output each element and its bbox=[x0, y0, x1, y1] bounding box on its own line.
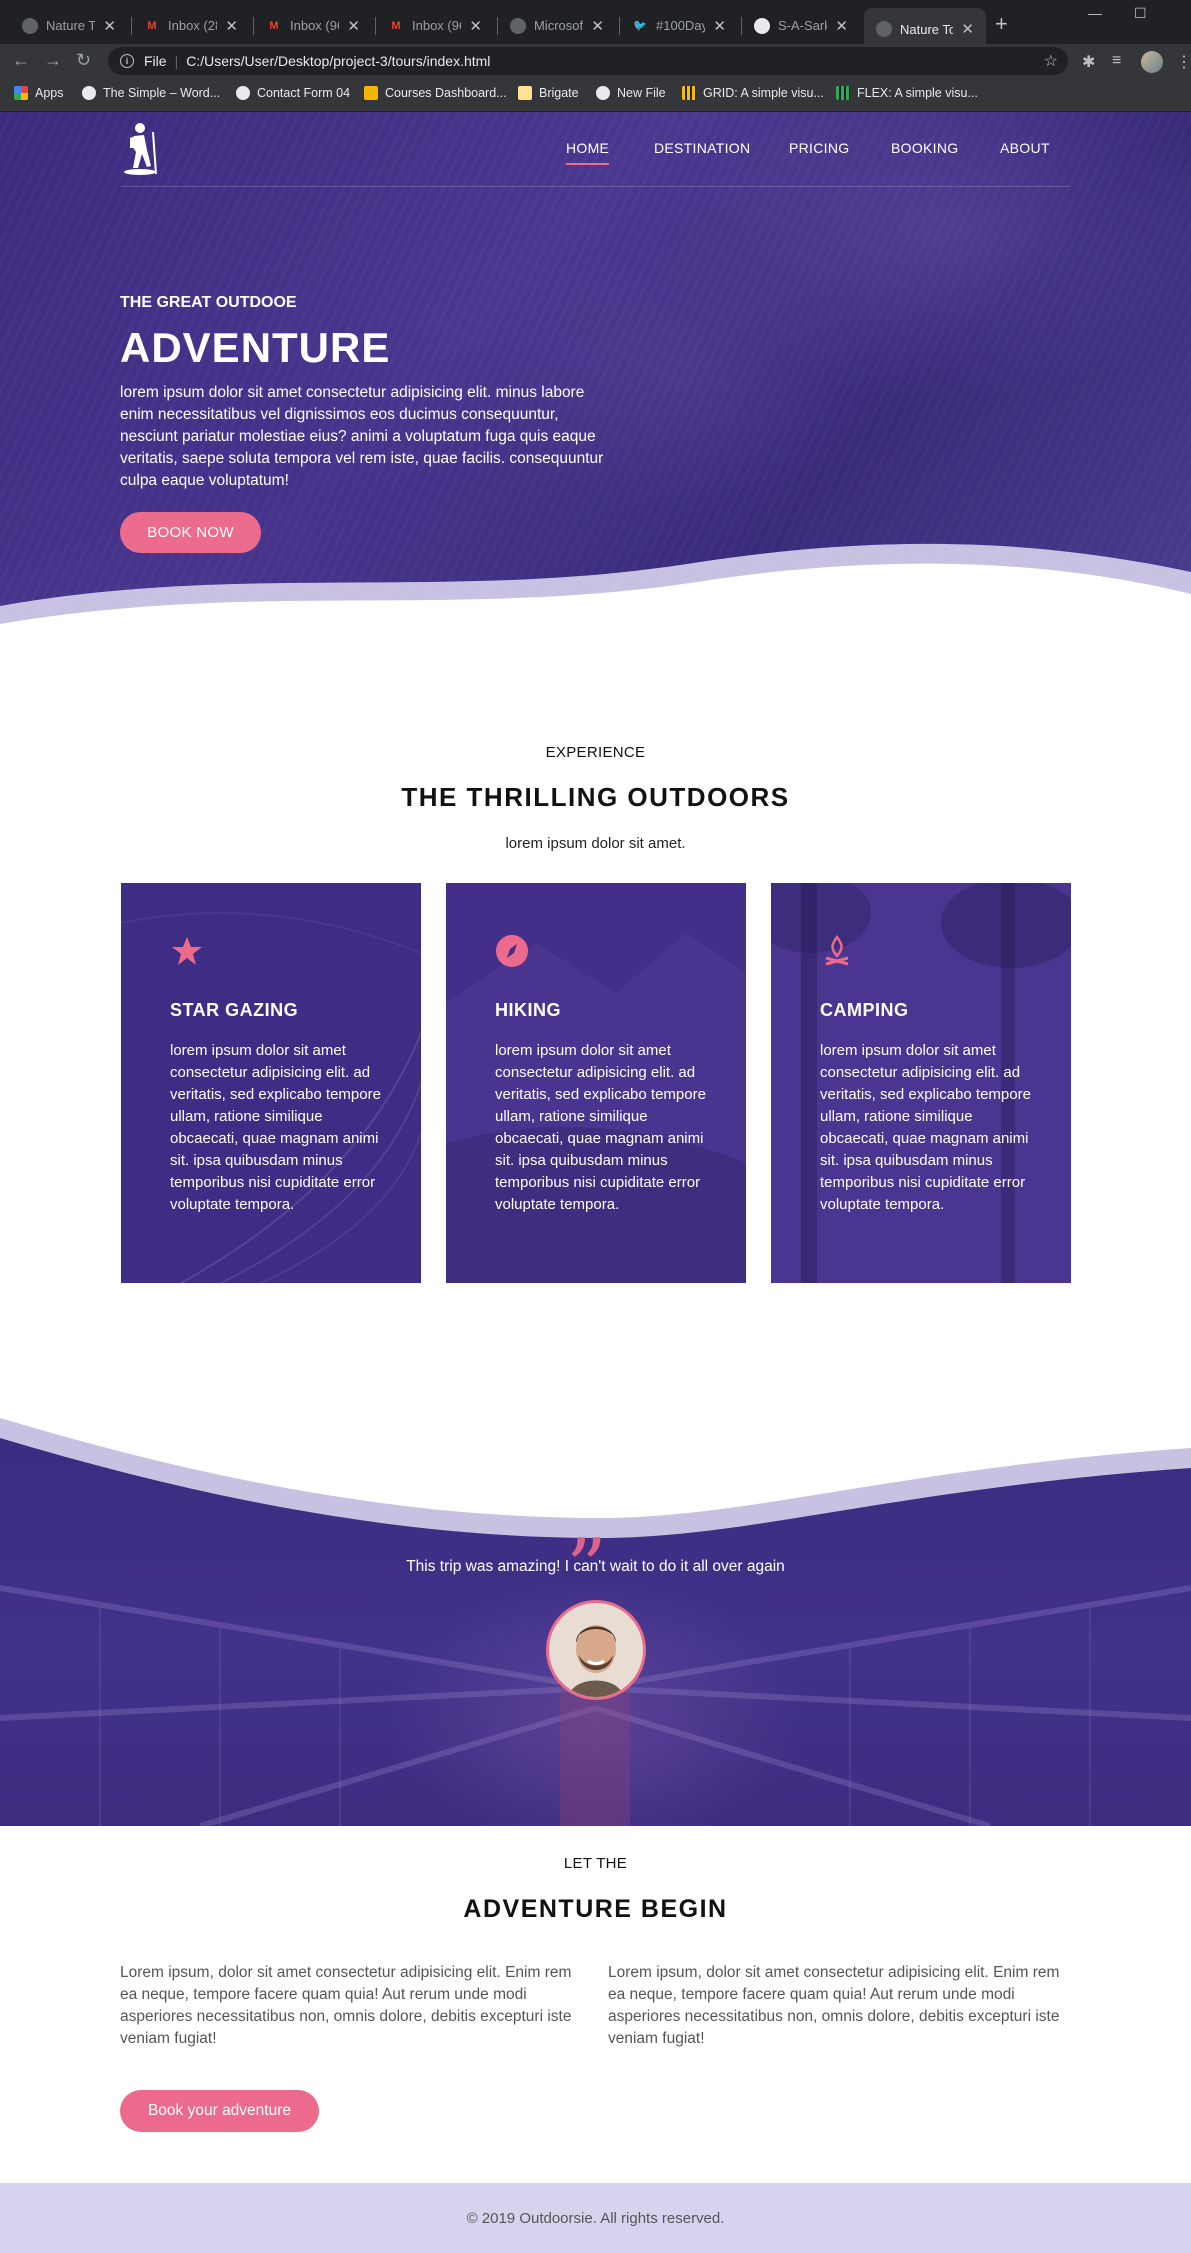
nav-about[interactable]: ABOUT bbox=[1000, 140, 1050, 156]
note-icon bbox=[518, 86, 532, 100]
close-icon[interactable]: ✕ bbox=[713, 17, 726, 35]
bookmark-item[interactable]: Brigate bbox=[518, 86, 579, 100]
bookmark-item[interactable]: Contact Form 04 bbox=[236, 86, 350, 100]
browser-tab[interactable]: Nature Tou ✕ bbox=[10, 9, 128, 42]
github-icon bbox=[754, 17, 770, 34]
gmail-icon: M bbox=[391, 19, 401, 32]
avatar bbox=[546, 1600, 646, 1700]
card-body: lorem ipsum dolor sit amet consectetur a… bbox=[170, 1042, 381, 1213]
reload-icon[interactable]: ↻ bbox=[76, 50, 91, 71]
hero-kicker: THE GREAT OUTDOOE bbox=[120, 294, 297, 311]
card-body: lorem ipsum dolor sit amet consectetur a… bbox=[495, 1042, 706, 1213]
bookmark-item[interactable]: Courses Dashboard... bbox=[364, 86, 507, 100]
feature-card-hiking[interactable]: HIKING lorem ipsum dolor sit amet consec… bbox=[446, 883, 746, 1283]
experience-subtitle: lorem ipsum dolor sit amet. bbox=[505, 835, 686, 852]
adventure-text-right: Lorem ipsum, dolor sit amet consectetur … bbox=[608, 1964, 1060, 2047]
close-icon[interactable]: ✕ bbox=[347, 17, 360, 35]
experience-kicker: EXPERIENCE bbox=[545, 744, 646, 761]
nav-pricing[interactable]: PRICING bbox=[789, 140, 849, 156]
feature-card-camping[interactable]: CAMPING lorem ipsum dolor sit amet conse… bbox=[771, 883, 1071, 1283]
extensions-icon[interactable]: ✱ bbox=[1082, 52, 1095, 72]
nav-divider bbox=[120, 186, 1070, 187]
bookmark-item[interactable]: GRID: A simple visu... bbox=[682, 86, 824, 100]
experience-title: THE THRILLING OUTDOORS bbox=[401, 782, 790, 812]
back-icon[interactable]: ← bbox=[12, 50, 30, 71]
close-icon[interactable]: ✕ bbox=[835, 17, 848, 35]
browser-tab[interactable]: M Inbox (284 ✕ bbox=[132, 9, 250, 42]
apps-grid-icon bbox=[14, 86, 28, 100]
nav-booking[interactable]: BOOKING bbox=[891, 140, 958, 156]
address-separator: | bbox=[174, 53, 179, 69]
bookmark-item[interactable]: Apps bbox=[14, 86, 64, 100]
compass-icon bbox=[496, 935, 528, 967]
bookmark-item[interactable]: The Simple – Word... bbox=[82, 86, 220, 100]
address-bar[interactable]: i File | C:/Users/User/Desktop/project-3… bbox=[108, 47, 1068, 75]
github-icon bbox=[596, 86, 610, 100]
browser-tab[interactable]: 🐦 #100DaysO ✕ bbox=[620, 9, 738, 42]
hero-description: lorem ipsum dolor sit amet consectetur a… bbox=[120, 384, 604, 489]
testimonial-quote: This trip was amazing! I can't wait to d… bbox=[406, 1558, 785, 1575]
wordpress-icon bbox=[82, 86, 96, 100]
testimonial-section: ” This trip was amazing! I can't wait to… bbox=[0, 1388, 1191, 1826]
hero-title: ADVENTURE bbox=[120, 324, 391, 371]
star-icon bbox=[172, 937, 202, 965]
gmail-icon: M bbox=[147, 19, 157, 32]
close-icon[interactable]: ✕ bbox=[469, 17, 482, 35]
maximize-icon[interactable]: ☐ bbox=[1134, 5, 1147, 22]
profile-avatar[interactable] bbox=[1141, 51, 1163, 73]
flex-icon bbox=[836, 86, 850, 100]
info-icon[interactable]: i bbox=[120, 54, 134, 68]
hero-section: HOME DESTINATION PRICING BOOKING ABOUT T… bbox=[0, 112, 1191, 632]
adventure-title: ADVENTURE BEGIN bbox=[463, 1895, 728, 1923]
browser-toolbar: ← → ↻ i File | C:/Users/User/Desktop/pro… bbox=[0, 44, 1191, 78]
browser-tab-strip: Nature Tou ✕ M Inbox (284 ✕ M Inbox (96)… bbox=[0, 0, 1191, 50]
close-icon[interactable]: ✕ bbox=[225, 17, 238, 35]
adventure-text-left: Lorem ipsum, dolor sit amet consectetur … bbox=[120, 1964, 572, 2047]
forward-icon[interactable]: → bbox=[44, 50, 62, 71]
new-tab-icon[interactable]: + bbox=[995, 11, 1008, 37]
person-photo bbox=[549, 1603, 643, 1697]
adventure-kicker: LET THE bbox=[563, 1855, 628, 1872]
bookmark-item[interactable]: FLEX: A simple visu... bbox=[836, 86, 978, 100]
browser-tab[interactable]: M Inbox (96) ✕ bbox=[376, 9, 494, 42]
browser-tab[interactable]: S-A-Sarker ✕ bbox=[742, 9, 860, 42]
copyright-text: © 2019 Outdoorsie. All rights reserved. bbox=[466, 2209, 725, 2227]
hiker-logo-icon[interactable] bbox=[120, 122, 160, 176]
card-title: STAR GAZING bbox=[170, 1000, 299, 1020]
minimize-icon[interactable]: — bbox=[1088, 5, 1102, 21]
reading-list-icon[interactable]: ≡ bbox=[1112, 52, 1121, 70]
bookmark-item[interactable]: New File bbox=[596, 86, 666, 100]
card-body: lorem ipsum dolor sit amet consectetur a… bbox=[820, 1042, 1031, 1213]
browser-tab[interactable]: Microsoft T ✕ bbox=[498, 9, 616, 42]
address-url[interactable]: C:/Users/User/Desktop/project-3/tours/in… bbox=[186, 53, 490, 69]
bookmark-star-icon[interactable]: ☆ bbox=[1044, 51, 1058, 71]
close-icon[interactable]: ✕ bbox=[591, 17, 604, 35]
footer: © 2019 Outdoorsie. All rights reserved. bbox=[0, 2183, 1191, 2253]
gmail-icon: M bbox=[269, 19, 279, 32]
bookmarks-bar: Apps The Simple – Word... Contact Form 0… bbox=[0, 78, 1191, 112]
close-icon[interactable]: ✕ bbox=[961, 20, 974, 38]
address-scheme: File bbox=[144, 53, 167, 69]
courses-icon bbox=[364, 86, 378, 100]
campfire-icon bbox=[825, 934, 849, 966]
grid-icon bbox=[682, 86, 696, 100]
globe-icon bbox=[510, 17, 526, 34]
browser-tab[interactable]: M Inbox (96) ✕ bbox=[254, 9, 372, 42]
twitter-icon: 🐦 bbox=[633, 20, 647, 32]
close-icon[interactable]: ✕ bbox=[103, 17, 116, 35]
nav-destination[interactable]: DESTINATION bbox=[654, 140, 750, 156]
globe-icon bbox=[876, 21, 892, 37]
globe-icon bbox=[236, 86, 250, 100]
hero-wave-divider bbox=[0, 543, 1191, 632]
book-now-button[interactable]: BOOK NOW bbox=[120, 512, 261, 553]
nav-home[interactable]: HOME bbox=[566, 140, 610, 165]
testimonial-wave-divider bbox=[0, 1388, 1191, 1538]
book-adventure-button[interactable]: Book your adventure bbox=[120, 2090, 319, 2132]
menu-kebab-icon[interactable]: ⋮ bbox=[1176, 52, 1191, 72]
card-title: HIKING bbox=[495, 1000, 561, 1020]
feature-card-star-gazing[interactable]: STAR GAZING lorem ipsum dolor sit amet c… bbox=[121, 883, 421, 1283]
card-title: CAMPING bbox=[820, 1000, 909, 1020]
globe-icon bbox=[22, 17, 38, 34]
